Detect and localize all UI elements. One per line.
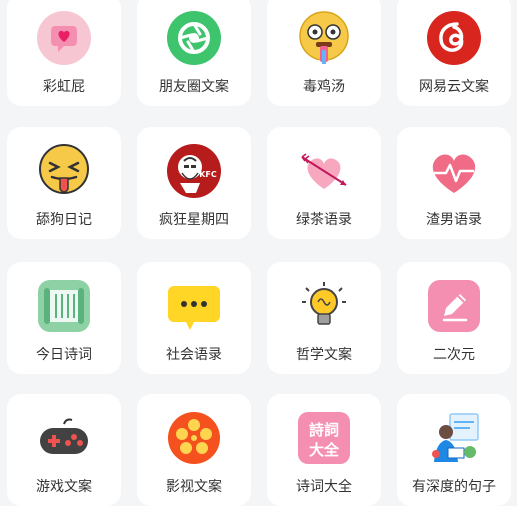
kfc-logo-icon: KFC bbox=[166, 143, 222, 199]
heart-pulse-icon bbox=[426, 143, 482, 199]
card-wangyiyun[interactable]: 网易云文案 bbox=[397, 0, 511, 106]
card-youxiwenan[interactable]: 游戏文案 bbox=[7, 394, 121, 506]
card-label: 舔狗日记 bbox=[36, 212, 92, 228]
green-scroll-icon bbox=[36, 278, 92, 334]
card-youshendudejuzi[interactable]: 有深度的句子 bbox=[397, 394, 511, 506]
card-label: 毒鸡汤 bbox=[303, 79, 345, 95]
netease-music-icon bbox=[426, 10, 482, 66]
card-caihongpi[interactable]: 彩虹屁 bbox=[7, 0, 121, 106]
card-label: 彩虹屁 bbox=[43, 79, 85, 95]
yellow-chat-bubble-icon bbox=[166, 278, 222, 334]
card-tiangouriji[interactable]: 舔狗日记 bbox=[7, 127, 121, 239]
card-label: 社会语录 bbox=[166, 347, 222, 363]
kfc-logo-text: KFC bbox=[199, 170, 217, 179]
card-label: 疯狂星期四 bbox=[159, 212, 229, 228]
card-erciyuan[interactable]: 二次元 bbox=[397, 262, 511, 374]
card-fengkuangxingqisi[interactable]: KFC 疯狂星期四 bbox=[137, 127, 251, 239]
card-label: 朋友圈文案 bbox=[159, 79, 229, 95]
green-camera-aperture-icon bbox=[166, 10, 222, 66]
poem-stamp-line-2: 大全 bbox=[309, 441, 340, 459]
card-label: 网易云文案 bbox=[419, 79, 489, 95]
card-jinrishici[interactable]: 今日诗词 bbox=[7, 262, 121, 374]
card-zhananyulu[interactable]: 渣男语录 bbox=[397, 127, 511, 239]
crazy-emoji-icon bbox=[296, 10, 352, 66]
category-grid: 彩虹屁 朋友圈文案 毒鸡汤 网易云文案 舔狗日记 KFC 疯狂星期四 绿茶语录 … bbox=[0, 0, 517, 506]
gamepad-icon bbox=[36, 410, 92, 466]
card-label: 游戏文案 bbox=[36, 479, 92, 495]
lightbulb-icon bbox=[296, 278, 352, 334]
card-label: 绿茶语录 bbox=[296, 212, 352, 228]
card-yingshiwenan[interactable]: 影视文案 bbox=[137, 394, 251, 506]
card-label: 二次元 bbox=[433, 347, 475, 363]
card-dujitang[interactable]: 毒鸡汤 bbox=[267, 0, 381, 106]
card-label: 今日诗词 bbox=[36, 347, 92, 363]
film-reel-icon bbox=[166, 410, 222, 466]
pink-heart-bubble-icon bbox=[36, 10, 92, 66]
card-label: 哲学文案 bbox=[296, 347, 352, 363]
poem-stamp-icon: 詩詞 大全 bbox=[296, 410, 352, 466]
tongue-out-emoji-icon bbox=[36, 143, 92, 199]
card-label: 渣男语录 bbox=[426, 212, 482, 228]
card-pengyouquan[interactable]: 朋友圈文案 bbox=[137, 0, 251, 106]
poem-stamp-line-1: 詩詞 bbox=[309, 421, 339, 439]
card-lvchayulu[interactable]: 绿茶语录 bbox=[267, 127, 381, 239]
card-shehuiyulu[interactable]: 社会语录 bbox=[137, 262, 251, 374]
heart-arrow-icon bbox=[296, 143, 352, 199]
card-label: 诗词大全 bbox=[296, 479, 352, 495]
person-reading-icon bbox=[426, 410, 482, 466]
card-shicidaquan[interactable]: 詩詞 大全 诗词大全 bbox=[267, 394, 381, 506]
pencil-icon bbox=[426, 278, 482, 334]
card-label: 有深度的句子 bbox=[412, 479, 496, 495]
card-label: 影视文案 bbox=[166, 479, 222, 495]
card-zhexuewenan[interactable]: 哲学文案 bbox=[267, 262, 381, 374]
